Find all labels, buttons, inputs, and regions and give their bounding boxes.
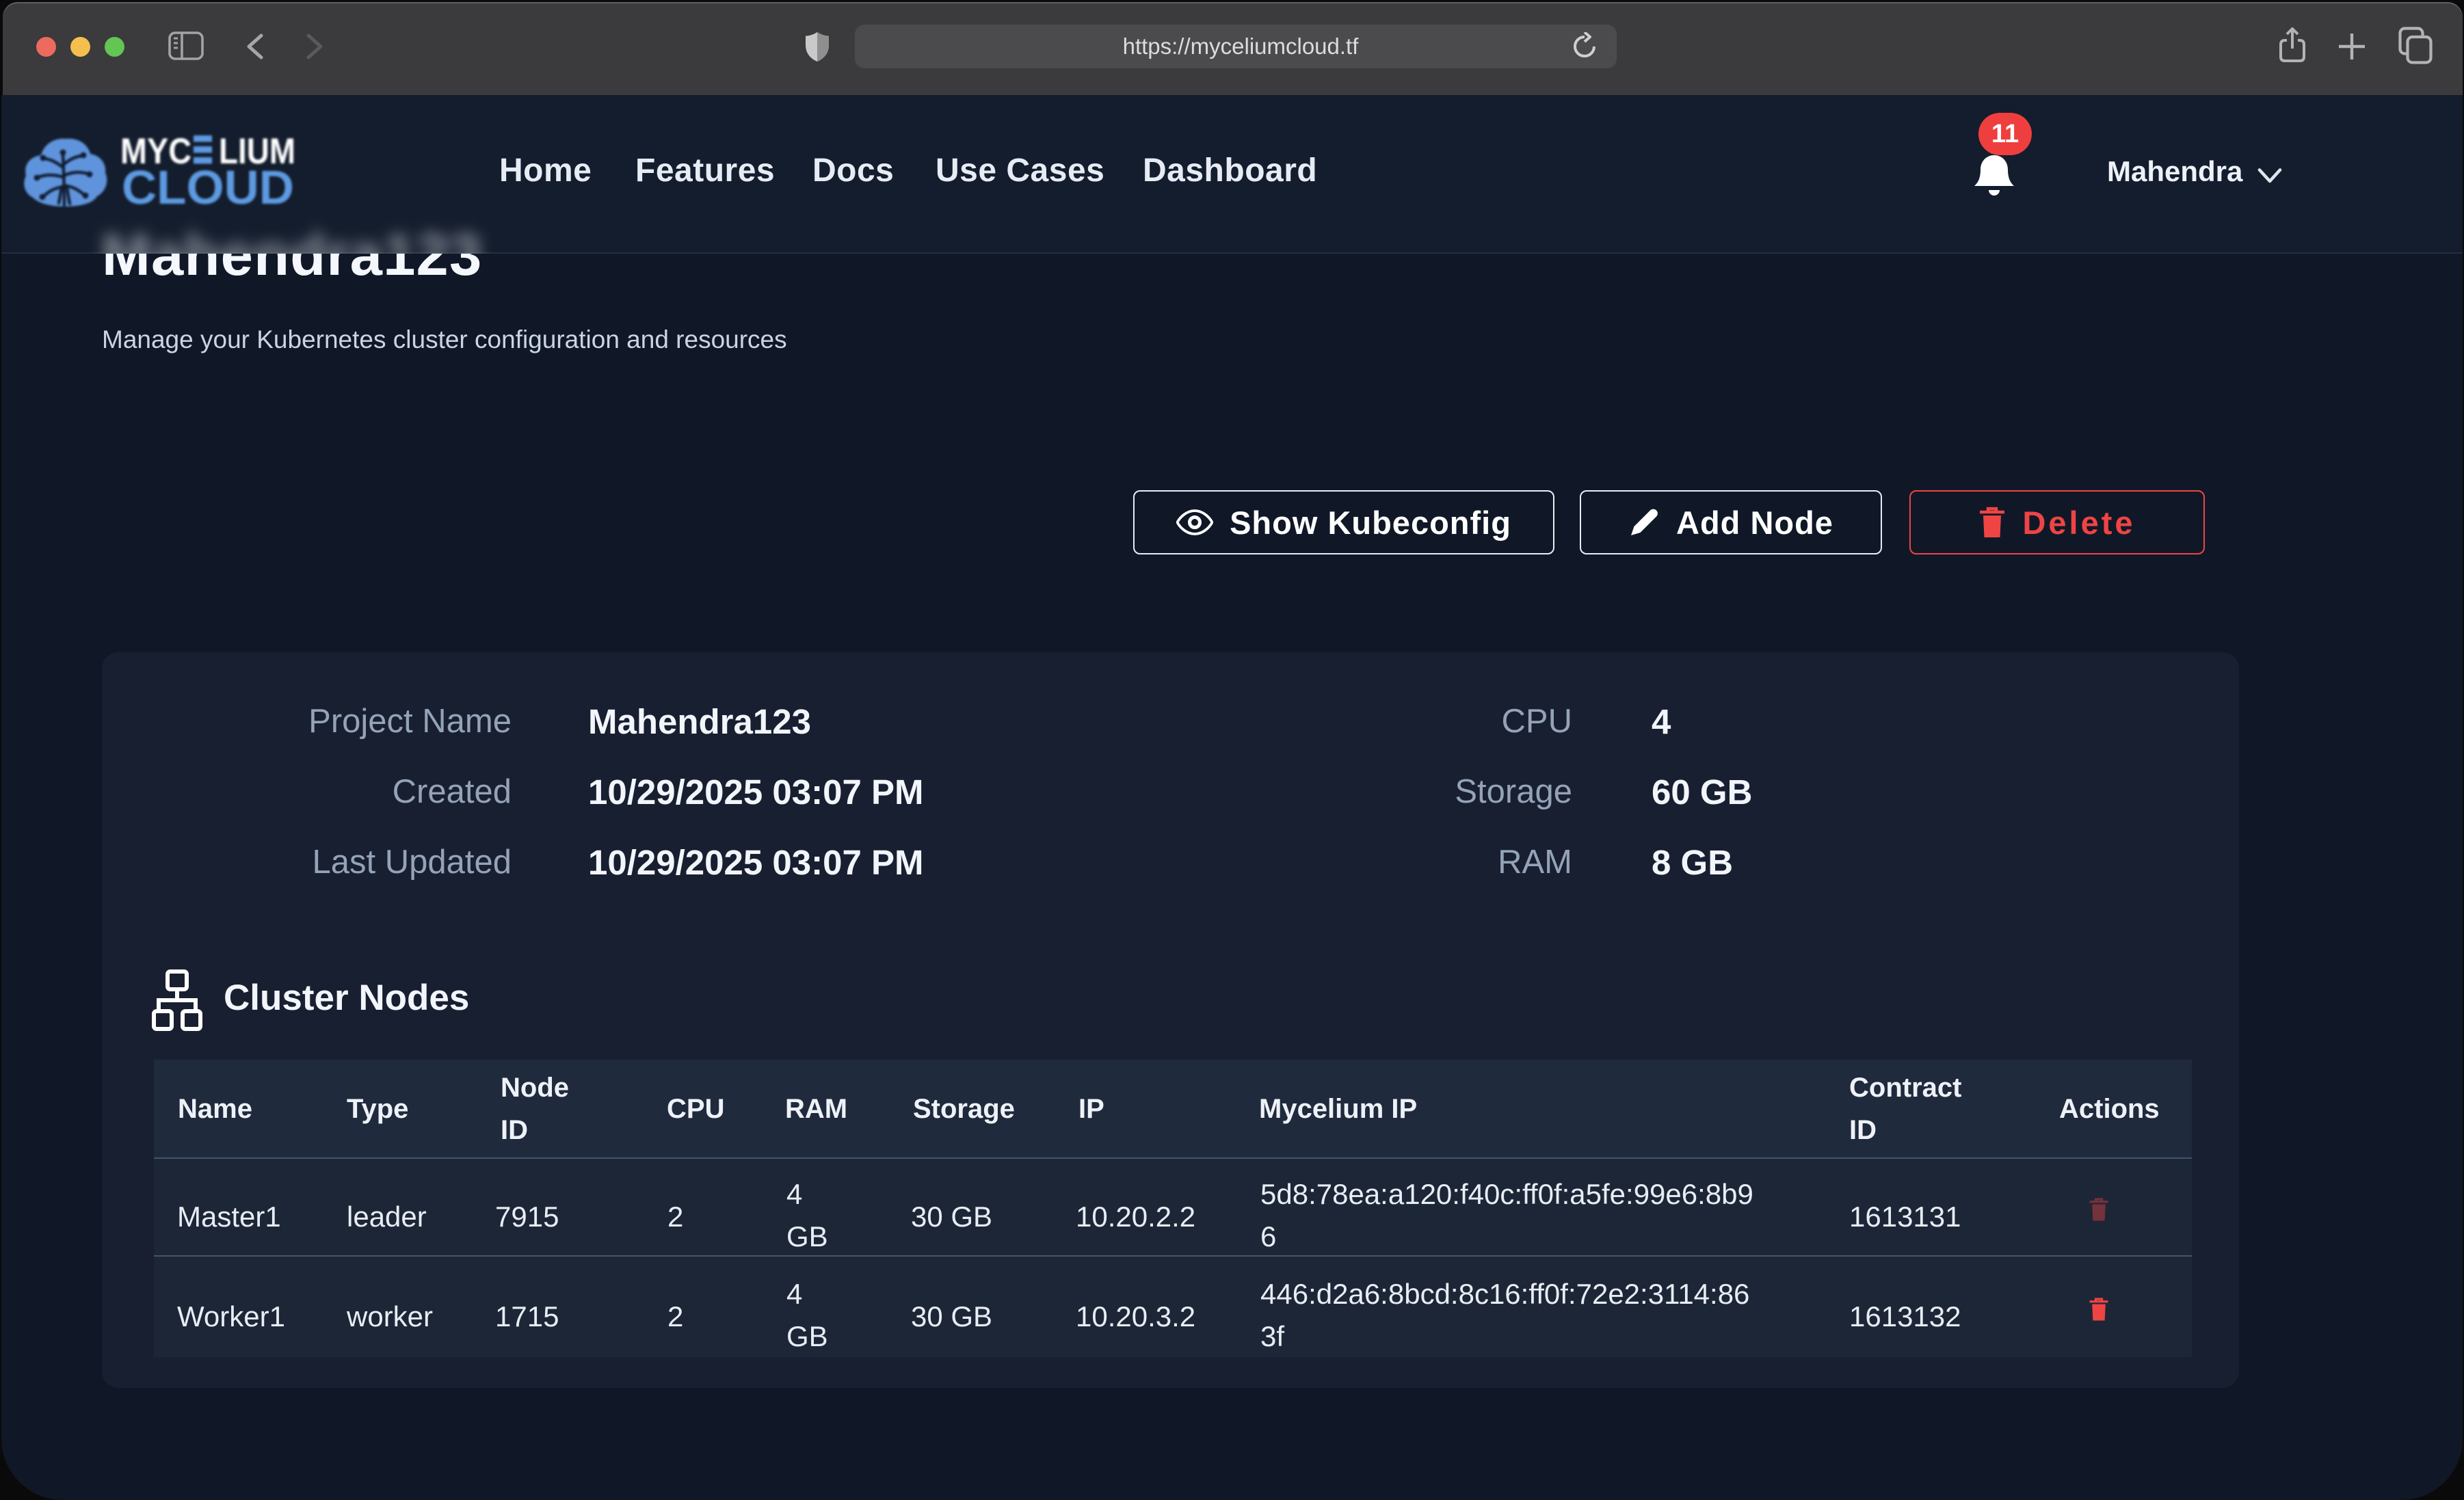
svg-text:CLOUD: CLOUD (122, 161, 294, 212)
